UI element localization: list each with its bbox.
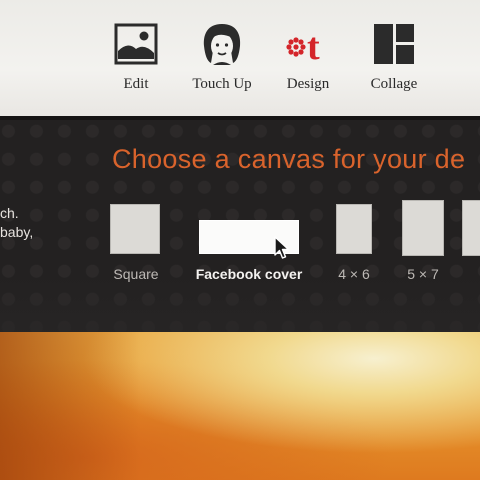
nav-edit[interactable]: Edit: [91, 20, 181, 100]
5x7-thumbnail: [402, 200, 444, 256]
nav-collage-label: Collage: [370, 76, 418, 92]
nav-design-label: Design: [286, 76, 330, 92]
canvas-option-5x7[interactable]: 5 × 7: [400, 198, 448, 284]
image-icon: [112, 20, 160, 68]
nav-touch-up[interactable]: Touch Up: [177, 20, 267, 100]
square-thumbnail: [110, 204, 160, 254]
background-photo: [0, 332, 480, 480]
nav-collage[interactable]: Collage: [349, 20, 439, 100]
mouse-cursor-icon: [274, 236, 290, 265]
canvas-option-facebook-cover[interactable]: Facebook cover: [190, 204, 316, 284]
4x6-label: 4 × 6: [338, 266, 370, 282]
canvas-option-more[interactable]: [460, 198, 480, 256]
canvas-option-4x6[interactable]: 4 × 6: [332, 204, 380, 284]
nav-design[interactable]: t Design: [263, 20, 353, 100]
side-text-line-2: baby,: [0, 224, 34, 240]
5x7-label: 5 × 7: [407, 266, 439, 282]
collage-icon: [370, 20, 418, 68]
photo-shadow: [0, 332, 140, 480]
nav-edit-label: Edit: [123, 76, 149, 92]
canvas-option-square[interactable]: Square: [106, 204, 168, 284]
4x6-thumbnail: [336, 204, 372, 254]
design-glyph: t: [307, 26, 320, 67]
face-icon: [198, 20, 246, 68]
top-navigation: Edit Touch Up t Design Collage: [0, 0, 480, 116]
canvas-panel-title: Choose a canvas for your de: [112, 144, 466, 174]
more-thumbnail: [462, 200, 480, 256]
side-text-line-1: ch.: [0, 205, 19, 221]
design-icon: t: [284, 20, 332, 68]
square-label: Square: [113, 266, 159, 282]
side-description: ch. baby,: [0, 204, 33, 242]
facebook-cover-label: Facebook cover: [195, 266, 303, 282]
panel-shade: [0, 276, 480, 336]
nav-touch-up-label: Touch Up: [192, 76, 252, 92]
canvas-panel: Choose a canvas for your de ch. baby, Sq…: [0, 116, 480, 336]
